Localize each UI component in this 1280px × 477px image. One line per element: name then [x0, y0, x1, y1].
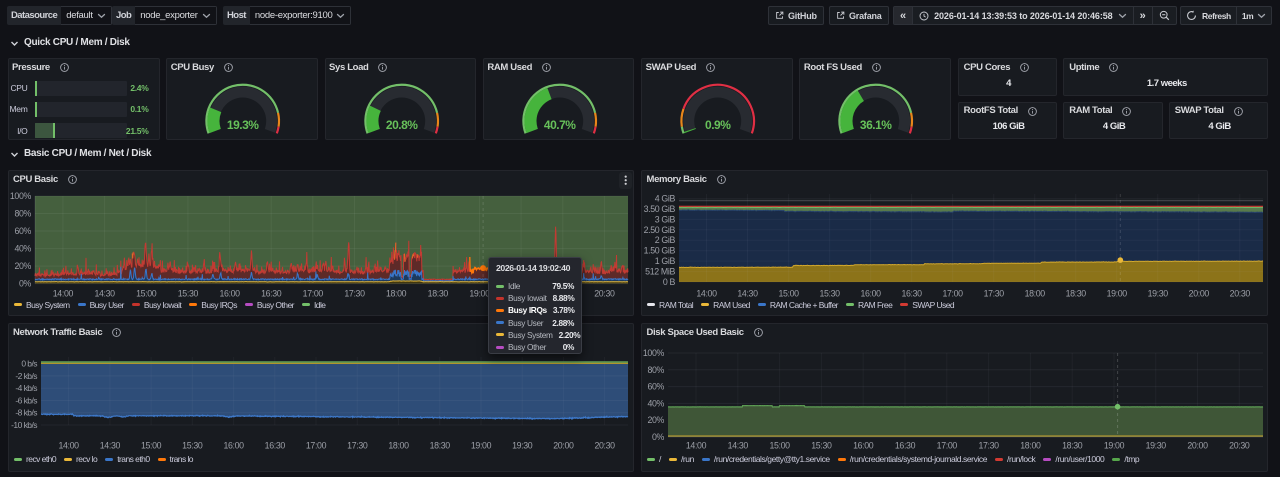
svg-text:18:00: 18:00 — [388, 441, 409, 451]
svg-text:20:30: 20:30 — [1230, 289, 1251, 299]
svg-text:15:30: 15:30 — [182, 441, 203, 451]
svg-text:36.1%: 36.1% — [860, 118, 892, 132]
svg-text:15:00: 15:00 — [136, 289, 157, 299]
svg-text:17:00: 17:00 — [303, 289, 324, 299]
svg-text:19.3%: 19.3% — [227, 118, 259, 132]
svg-text:17:30: 17:30 — [347, 441, 368, 451]
svg-text:14:30: 14:30 — [94, 289, 115, 299]
svg-text:20:30: 20:30 — [1229, 441, 1250, 451]
svg-text:14:00: 14:00 — [686, 441, 707, 451]
svg-text:14:00: 14:00 — [53, 289, 74, 299]
svg-text:18:30: 18:30 — [428, 289, 449, 299]
svg-text:16:00: 16:00 — [860, 289, 881, 299]
svg-text:18:00: 18:00 — [1025, 289, 1046, 299]
svg-text:40.7%: 40.7% — [544, 118, 576, 132]
svg-text:19:00: 19:00 — [471, 441, 492, 451]
svg-text:14:30: 14:30 — [737, 289, 758, 299]
svg-text:15:00: 15:00 — [769, 441, 790, 451]
svg-text:0 b/s: 0 b/s — [21, 359, 37, 369]
svg-text:17:30: 17:30 — [984, 289, 1005, 299]
svg-text:17:30: 17:30 — [978, 441, 999, 451]
svg-text:-6 kb/s: -6 kb/s — [15, 396, 37, 406]
svg-text:19:00: 19:00 — [469, 289, 490, 299]
svg-text:-2 kb/s: -2 kb/s — [15, 371, 37, 381]
svg-text:20:30: 20:30 — [594, 289, 615, 299]
svg-text:17:00: 17:00 — [306, 441, 327, 451]
svg-text:16:00: 16:00 — [853, 441, 874, 451]
svg-text:20:00: 20:00 — [1189, 289, 1210, 299]
svg-text:40%: 40% — [14, 244, 31, 254]
svg-text:100%: 100% — [10, 191, 32, 201]
svg-text:1.50 GiB: 1.50 GiB — [644, 246, 676, 256]
svg-text:4 GiB: 4 GiB — [655, 194, 676, 204]
svg-text:20:00: 20:00 — [1187, 441, 1208, 451]
svg-text:14:00: 14:00 — [696, 289, 717, 299]
svg-text:17:30: 17:30 — [344, 289, 365, 299]
svg-text:0%: 0% — [652, 432, 665, 442]
svg-text:0.9%: 0.9% — [705, 118, 731, 132]
svg-text:512 MiB: 512 MiB — [645, 267, 675, 277]
svg-text:0 B: 0 B — [663, 277, 676, 287]
svg-text:14:30: 14:30 — [728, 441, 749, 451]
svg-text:20%: 20% — [14, 261, 31, 271]
svg-text:17:00: 17:00 — [942, 289, 963, 299]
svg-text:16:30: 16:30 — [895, 441, 916, 451]
svg-text:16:00: 16:00 — [223, 441, 244, 451]
svg-text:40%: 40% — [647, 398, 664, 408]
svg-text:-10 kb/s: -10 kb/s — [11, 420, 37, 430]
svg-text:80%: 80% — [647, 365, 664, 375]
svg-text:18:00: 18:00 — [386, 289, 407, 299]
svg-text:16:30: 16:30 — [901, 289, 922, 299]
svg-text:20.8%: 20.8% — [385, 118, 417, 132]
svg-text:19:30: 19:30 — [1146, 441, 1167, 451]
svg-text:18:30: 18:30 — [1062, 441, 1083, 451]
svg-text:2.50 GiB: 2.50 GiB — [644, 225, 676, 235]
svg-text:20%: 20% — [647, 415, 664, 425]
svg-text:80%: 80% — [14, 209, 31, 219]
svg-text:18:30: 18:30 — [430, 441, 451, 451]
svg-text:20:00: 20:00 — [553, 441, 574, 451]
svg-text:14:30: 14:30 — [100, 441, 121, 451]
svg-text:16:30: 16:30 — [265, 441, 286, 451]
svg-text:-8 kb/s: -8 kb/s — [15, 408, 37, 418]
svg-text:18:00: 18:00 — [1020, 441, 1041, 451]
svg-text:15:30: 15:30 — [819, 289, 840, 299]
svg-text:15:30: 15:30 — [811, 441, 832, 451]
svg-text:-4 kb/s: -4 kb/s — [15, 383, 37, 393]
svg-text:17:00: 17:00 — [937, 441, 958, 451]
svg-text:20:30: 20:30 — [594, 441, 615, 451]
svg-text:60%: 60% — [647, 382, 664, 392]
svg-text:19:00: 19:00 — [1107, 289, 1128, 299]
svg-text:1 GiB: 1 GiB — [655, 256, 676, 266]
svg-text:19:00: 19:00 — [1104, 441, 1125, 451]
svg-text:3 GiB: 3 GiB — [655, 214, 676, 224]
svg-text:0%: 0% — [19, 279, 32, 289]
svg-text:14:00: 14:00 — [58, 441, 79, 451]
svg-text:15:00: 15:00 — [778, 289, 799, 299]
svg-text:15:30: 15:30 — [178, 289, 199, 299]
svg-text:3.50 GiB: 3.50 GiB — [644, 204, 676, 214]
svg-text:18:30: 18:30 — [1066, 289, 1087, 299]
svg-text:60%: 60% — [14, 226, 31, 236]
svg-text:100%: 100% — [643, 348, 665, 358]
svg-text:19:30: 19:30 — [1148, 289, 1169, 299]
svg-text:2 GiB: 2 GiB — [655, 235, 676, 245]
svg-text:15:00: 15:00 — [141, 441, 162, 451]
svg-text:16:00: 16:00 — [219, 289, 240, 299]
svg-text:16:30: 16:30 — [261, 289, 282, 299]
svg-text:19:30: 19:30 — [512, 441, 533, 451]
